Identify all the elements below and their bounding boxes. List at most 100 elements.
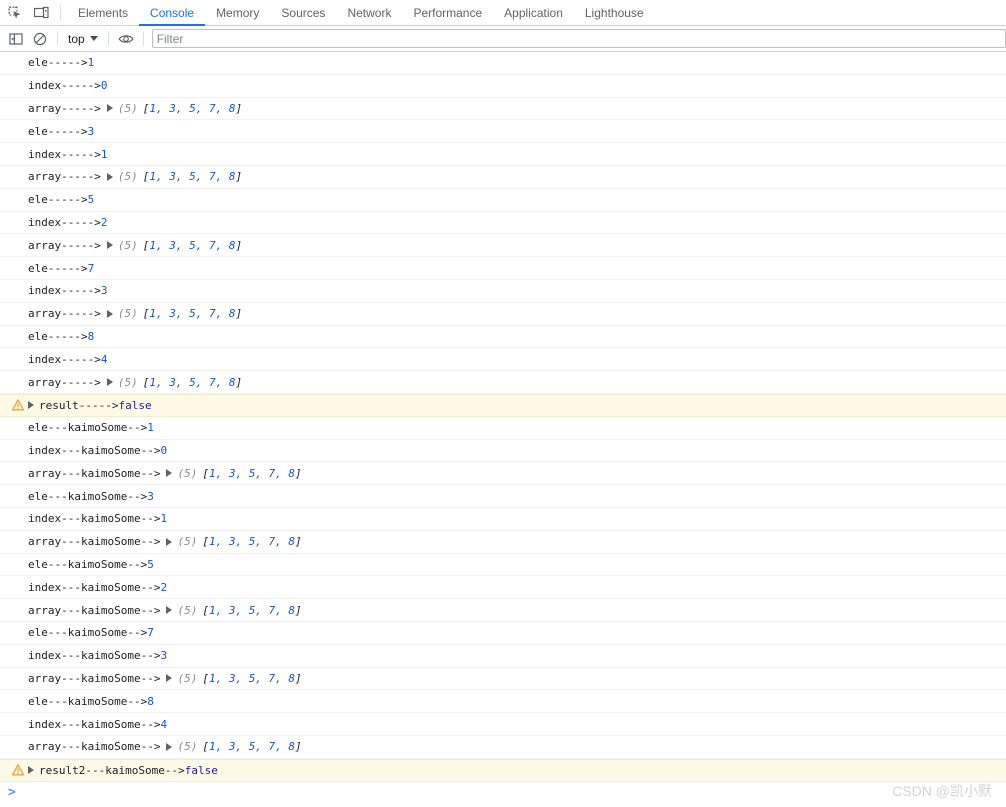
array-preview[interactable]: (5) [1, 3, 5, 7, 8] [166, 603, 302, 617]
expand-arrow-icon[interactable] [166, 742, 173, 751]
console-log-row[interactable]: ele---kaimoSome--> 8 [0, 690, 1006, 714]
console-log-row[interactable]: index-----> 2 [0, 212, 1006, 235]
console-warning-row[interactable]: result-----> false [0, 393, 1006, 417]
array-values: [1, 3, 5, 7, 8] [142, 170, 243, 184]
console-log-row[interactable]: array---kaimoSome--> (5) [1, 3, 5, 7, 8] [0, 531, 1006, 554]
console-log-row[interactable]: ele-----> 7 [0, 257, 1006, 280]
array-values: [1, 3, 5, 7, 8] [142, 101, 243, 115]
console-log-row[interactable]: ele---kaimoSome--> 1 [0, 417, 1006, 440]
tab-network[interactable]: Network [336, 0, 402, 25]
execution-context-selector[interactable]: top [63, 29, 103, 49]
array-length: (5) [177, 603, 198, 617]
log-label: array-----> [28, 307, 101, 321]
number-value: 3 [87, 124, 95, 138]
number-value: 2 [160, 580, 168, 594]
number-value: 0 [160, 443, 168, 457]
create-live-expression-icon[interactable] [114, 28, 138, 50]
array-preview[interactable]: (5) [1, 3, 5, 7, 8] [166, 671, 302, 685]
console-log-row[interactable]: ele---kaimoSome--> 5 [0, 554, 1006, 577]
log-label: ele-----> [28, 124, 88, 138]
clear-console-icon[interactable] [28, 28, 52, 50]
console-log-row[interactable]: index-----> 3 [0, 280, 1006, 303]
log-label: ele-----> [28, 56, 88, 70]
tab-elements[interactable]: Elements [67, 0, 139, 25]
array-length: (5) [117, 170, 138, 184]
array-preview[interactable]: (5) [1, 3, 5, 7, 8] [106, 170, 243, 184]
expand-arrow-icon[interactable] [28, 401, 34, 410]
console-log-row[interactable]: array-----> (5) [1, 3, 5, 7, 8] [0, 234, 1006, 258]
console-log-row[interactable]: array-----> (5) [1, 3, 5, 7, 8] [0, 303, 1006, 326]
console-log-row[interactable]: index---kaimoSome--> 2 [0, 576, 1006, 600]
inspect-element-icon[interactable] [2, 1, 28, 25]
console-log-row[interactable]: array-----> (5) [1, 3, 5, 7, 8] [0, 98, 1006, 121]
array-preview[interactable]: (5) [1, 3, 5, 7, 8] [106, 377, 242, 388]
array-preview[interactable]: (5) [1, 3, 5, 7, 8] [106, 240, 242, 251]
console-log-row[interactable]: index---kaimoSome--> 0 [0, 440, 1006, 463]
array-preview[interactable]: (5) [1, 3, 5, 7, 8] [166, 536, 302, 547]
array-preview[interactable]: (5) [1, 3, 5, 7, 8] [166, 466, 302, 480]
expand-arrow-icon[interactable] [28, 766, 34, 775]
console-log-row[interactable]: ele-----> 3 [0, 120, 1006, 144]
expand-arrow-icon[interactable] [106, 378, 113, 387]
array-length: (5) [117, 307, 138, 321]
log-label: ele---kaimoSome--> [28, 421, 148, 435]
expand-arrow-icon[interactable] [106, 309, 113, 318]
warning-triangle-icon [8, 399, 28, 411]
console-warning-row[interactable]: result2---kaimoSome--> false [0, 758, 1006, 782]
number-value: 4 [160, 717, 168, 731]
array-length: (5) [177, 466, 198, 480]
array-values: [1, 3, 5, 7, 8] [142, 307, 243, 321]
expand-arrow-icon[interactable] [106, 172, 113, 181]
console-message-list[interactable]: ele-----> 1 index-----> 0 array-----> (5)[… [0, 52, 1006, 782]
console-log-row[interactable]: ele-----> 1 [0, 52, 1006, 75]
console-log-row[interactable]: array-----> (5) [1, 3, 5, 7, 8] [0, 371, 1006, 394]
array-preview[interactable]: (5) [1, 3, 5, 7, 8] [106, 101, 243, 115]
number-value: 8 [147, 694, 154, 708]
console-log-row[interactable]: array-----> (5) [1, 3, 5, 7, 8] [0, 166, 1006, 189]
console-log-row[interactable]: array---kaimoSome--> (5) [1, 3, 5, 7, 8] [0, 462, 1006, 486]
console-prompt[interactable]: > [0, 781, 1006, 804]
log-label: ele---kaimoSome--> [28, 557, 148, 571]
console-log-row[interactable]: ele---kaimoSome--> 7 [0, 622, 1006, 645]
array-values: [1, 3, 5, 7, 8] [202, 671, 302, 685]
console-log-row[interactable]: index---kaimoSome--> 3 [0, 645, 1006, 668]
console-log-row[interactable]: index---kaimoSome--> 1 [0, 508, 1006, 531]
array-preview[interactable]: (5) [1, 3, 5, 7, 8] [166, 740, 302, 754]
expand-arrow-icon[interactable] [106, 241, 113, 250]
chevron-down-icon [89, 36, 98, 41]
log-label: index-----> [28, 147, 101, 161]
array-values: [1, 3, 5, 7, 8] [202, 740, 302, 754]
console-log-row[interactable]: array---kaimoSome--> (5) [1, 3, 5, 7, 8] [0, 736, 1006, 759]
console-log-row[interactable]: ele-----> 5 [0, 189, 1006, 212]
array-length: (5) [177, 671, 198, 685]
console-log-row[interactable]: index---kaimoSome--> 4 [0, 713, 1006, 736]
console-log-row[interactable]: index-----> 0 [0, 75, 1006, 98]
tab-lighthouse[interactable]: Lighthouse [574, 0, 655, 25]
console-log-row[interactable]: ele---kaimoSome--> 3 [0, 485, 1006, 508]
number-value: 1 [160, 512, 168, 526]
tab-console[interactable]: Console [139, 0, 206, 26]
tab-memory[interactable]: Memory [205, 0, 270, 25]
expand-arrow-icon[interactable] [166, 469, 173, 478]
console-log-row[interactable]: ele-----> 8 [0, 326, 1006, 349]
execution-context-label: top [68, 31, 85, 46]
expand-arrow-icon[interactable] [166, 606, 173, 615]
log-label: array-----> [28, 101, 101, 115]
log-label: index-----> [28, 79, 101, 93]
number-value: 1 [100, 147, 108, 161]
expand-arrow-icon[interactable] [166, 537, 173, 546]
filter-input[interactable] [151, 29, 1006, 48]
console-log-row[interactable]: array---kaimoSome--> (5) [1, 3, 5, 7, 8] [0, 599, 1006, 622]
expand-arrow-icon[interactable] [106, 104, 113, 113]
console-log-row[interactable]: index-----> 4 [0, 348, 1006, 372]
tab-performance[interactable]: Performance [402, 0, 493, 25]
device-toolbar-icon[interactable] [28, 1, 54, 25]
show-console-sidebar-icon[interactable] [4, 28, 28, 50]
console-log-row[interactable]: array---kaimoSome--> (5) [1, 3, 5, 7, 8] [0, 668, 1006, 691]
number-value: 5 [147, 557, 154, 571]
array-preview[interactable]: (5) [1, 3, 5, 7, 8] [106, 307, 243, 321]
expand-arrow-icon[interactable] [166, 674, 173, 683]
tab-application[interactable]: Application [493, 0, 574, 25]
tab-sources[interactable]: Sources [270, 0, 336, 25]
console-log-row[interactable]: index-----> 1 [0, 143, 1006, 166]
